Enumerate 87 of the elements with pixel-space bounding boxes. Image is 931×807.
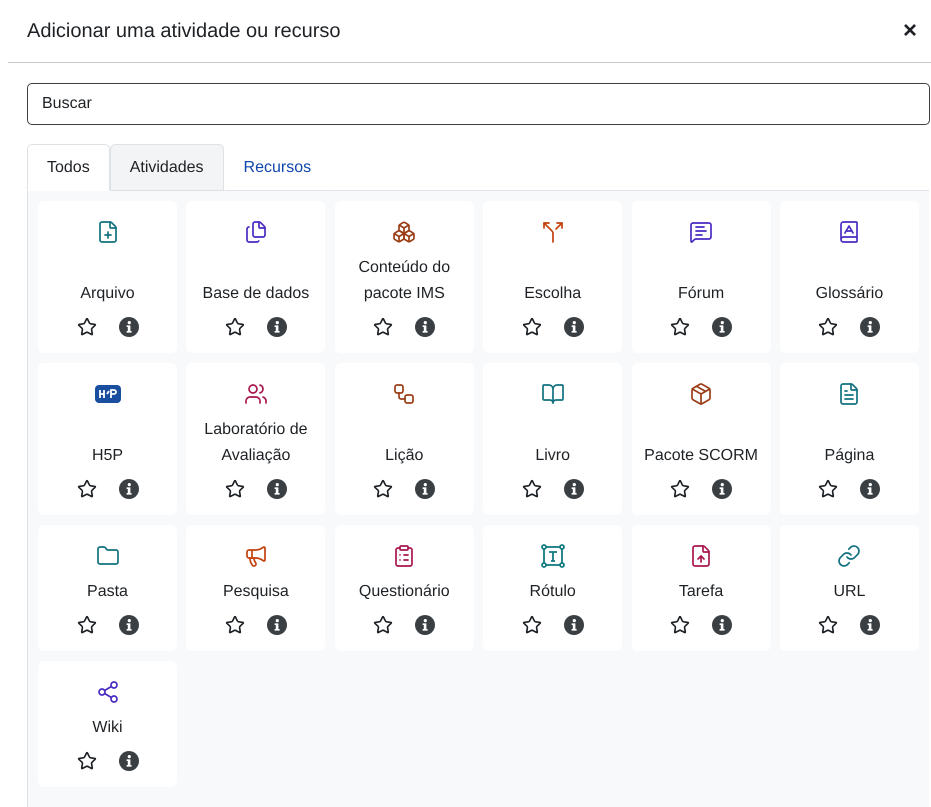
activity-name: H5P [92, 446, 124, 466]
activity-card[interactable]: URL [780, 525, 919, 651]
star-icon[interactable] [522, 317, 542, 337]
activity-name: Rótulo [530, 582, 576, 602]
activity-card[interactable]: Arquivo [38, 201, 177, 353]
info-icon[interactable] [860, 479, 880, 499]
star-icon[interactable] [818, 615, 838, 635]
info-icon[interactable] [712, 317, 732, 337]
activity-name: Página [824, 446, 874, 466]
info-icon[interactable] [266, 317, 287, 337]
info-icon[interactable] [118, 751, 138, 771]
activity-name: Pacote SCORM [644, 446, 758, 466]
boxes-icon [391, 219, 418, 245]
info-icon[interactable] [118, 317, 138, 337]
activity-card[interactable]: Tarefa [632, 525, 771, 651]
activity-name: Livro [535, 446, 570, 466]
activity-card[interactable]: Wiki [38, 661, 177, 787]
activity-card[interactable]: Página [780, 363, 919, 515]
info-icon[interactable] [266, 615, 287, 635]
tab[interactable]: Todos [27, 144, 110, 191]
info-icon[interactable] [564, 479, 584, 499]
activity-card[interactable]: Lição [334, 363, 474, 515]
info-icon[interactable] [415, 615, 436, 635]
activity-card[interactable]: Glossário [780, 201, 919, 353]
star-icon[interactable] [224, 317, 245, 337]
activity-name: URL [833, 582, 866, 602]
activity-name: Conteúdo do pacote IMS [357, 258, 452, 304]
info-icon[interactable] [415, 317, 436, 337]
activity-name: Tarefa [678, 582, 724, 602]
star-icon[interactable] [818, 317, 838, 337]
star-icon[interactable] [373, 317, 394, 337]
star-icon[interactable] [522, 615, 542, 635]
people-icon [242, 381, 269, 407]
activity-name: Pasta [87, 582, 128, 602]
star-icon[interactable] [224, 479, 245, 499]
activity-card[interactable]: Livro [483, 363, 622, 515]
activity-name: Fórum [678, 284, 724, 304]
text-frame-icon [540, 543, 566, 569]
star-icon[interactable] [76, 317, 96, 337]
activity-card[interactable]: Fórum [632, 201, 771, 353]
chat-icon [688, 219, 714, 245]
activity-card[interactable]: Conteúdo do pacote IMS [334, 201, 474, 353]
activity-name: Arquivo [80, 284, 135, 304]
activity-card[interactable]: Pacote SCORM [632, 363, 771, 515]
info-icon[interactable] [860, 317, 880, 337]
info-icon[interactable] [712, 615, 732, 635]
activity-name: Wiki [92, 718, 123, 738]
info-icon[interactable] [266, 479, 287, 499]
activity-card[interactable]: Rótulo [483, 525, 622, 651]
star-icon[interactable] [76, 615, 96, 635]
info-icon[interactable] [118, 479, 138, 499]
activity-name: Pesquisa [222, 582, 289, 602]
star-icon[interactable] [818, 479, 838, 499]
close-button[interactable]: × [898, 19, 921, 43]
star-icon[interactable] [670, 479, 690, 499]
activity-name: Base de dados [202, 284, 310, 304]
activity-name: Laboratório de Avaliação [203, 420, 308, 466]
info-icon[interactable] [860, 615, 880, 635]
star-icon[interactable] [373, 615, 394, 635]
activity-card[interactable]: Laboratório de Avaliação [186, 363, 326, 515]
activity-card[interactable]: Questionário [334, 525, 474, 651]
star-icon[interactable] [76, 751, 96, 771]
activity-card[interactable]: H5P [38, 363, 177, 515]
star-icon[interactable] [670, 615, 690, 635]
star-icon[interactable] [670, 317, 690, 337]
info-icon[interactable] [712, 479, 732, 499]
activity-card[interactable]: Pasta [38, 525, 177, 651]
star-icon[interactable] [224, 615, 245, 635]
activity-name: Questionário [358, 582, 450, 602]
book-icon [540, 381, 566, 407]
link-icon [836, 543, 862, 569]
star-icon[interactable] [522, 479, 542, 499]
info-icon[interactable] [118, 615, 138, 635]
activity-name: Lição [385, 446, 424, 466]
activity-name: Glossário [816, 284, 884, 304]
activity-name: Escolha [524, 284, 582, 304]
info-icon[interactable] [564, 615, 584, 635]
info-icon[interactable] [415, 479, 436, 499]
activity-card[interactable]: Pesquisa [186, 525, 326, 651]
search-field[interactable]: Buscar [27, 83, 930, 125]
activity-card[interactable]: Escolha [483, 201, 622, 353]
info-icon[interactable] [564, 317, 584, 337]
star-icon[interactable] [373, 479, 394, 499]
star-icon[interactable] [76, 479, 96, 499]
activity-card[interactable]: Base de dados [186, 201, 326, 353]
dialog-title: Adicionar uma atividade ou recurso [27, 20, 341, 42]
tab[interactable]: Atividades [110, 144, 224, 191]
